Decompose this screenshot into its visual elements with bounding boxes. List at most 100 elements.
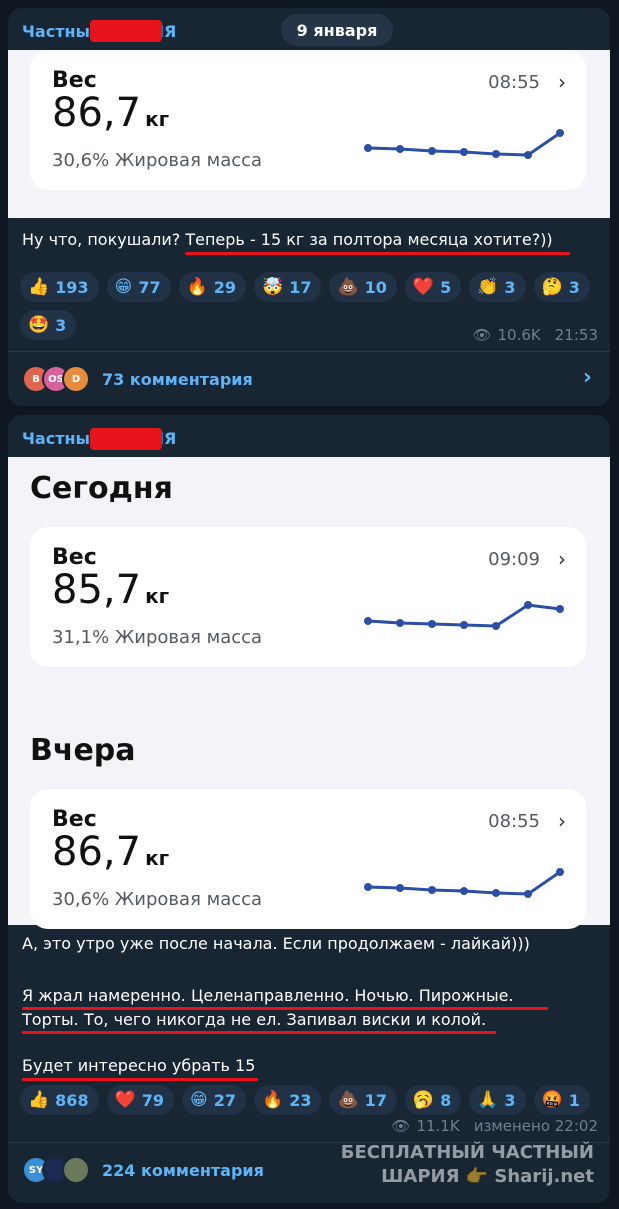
eye-icon: 👁 xyxy=(472,326,492,344)
comments-count: 224 комментария xyxy=(102,1160,264,1180)
reaction-count: 3 xyxy=(504,277,516,297)
watermark-line: БЕСПЛАТНЫЙ ЧАСТНЫЙ xyxy=(340,1142,594,1163)
date-pill: 9 января xyxy=(281,14,393,46)
reaction-chip[interactable]: 💩 10 xyxy=(329,272,397,302)
watermark: БЕСПЛАТНЫЙ ЧАСТНЫЙ ШАРИЯ 👉 Sharij.net xyxy=(341,1141,594,1189)
fat-mass-text: 30,6% Жировая масса xyxy=(52,889,263,910)
red-underline xyxy=(22,1031,496,1034)
reaction-chip[interactable]: 🤯 17 xyxy=(254,272,322,302)
reaction-count: 29 xyxy=(213,277,237,297)
reactions-bar: 👍 868 ❤️ 79 😁 27 🔥 23 💩 17 🥱 8 🙏 3 🤬 1 xyxy=(20,1085,600,1115)
reaction-chip[interactable]: 💩 17 xyxy=(329,1085,397,1115)
comments-button[interactable]: B OS D 73 комментария xyxy=(22,365,253,393)
reaction-chip[interactable]: ❤️ 5 xyxy=(404,272,462,302)
reaction-emoji-icon: ❤️ xyxy=(412,277,435,297)
red-underline xyxy=(185,252,570,255)
fat-mass-text: 30,6% Жировая масса xyxy=(52,150,263,171)
reaction-emoji-icon: 🥱 xyxy=(412,1090,435,1110)
avatar: D xyxy=(62,365,90,393)
chevron-right-icon[interactable]: › xyxy=(583,365,592,390)
post-meta: 👁 10.6K 21:53 xyxy=(472,326,598,344)
reaction-count: 27 xyxy=(213,1090,237,1110)
reaction-count: 3 xyxy=(504,1090,516,1110)
reaction-chip[interactable]: 👏 3 xyxy=(469,272,526,302)
reaction-count: 868 xyxy=(55,1090,89,1110)
reaction-count: 77 xyxy=(138,277,161,297)
reaction-emoji-icon: 🔥 xyxy=(186,277,208,297)
avatar xyxy=(62,1156,90,1184)
channel-post-1: Частный ШАРИЯ Вес 86,7кг 30,6% Жировая м… xyxy=(8,8,610,406)
reaction-emoji-icon: 🤩 xyxy=(28,315,50,335)
reaction-count: 5 xyxy=(440,277,452,297)
message-line: Будет интересно убрать 15 xyxy=(22,1056,256,1075)
message-line: Торты. То, чего никогда не ел. Запивал в… xyxy=(22,1010,487,1029)
reaction-count: 1 xyxy=(568,1090,580,1110)
weight-card-today: Вес 85,7 кг 31,1% Жировая масса 09:09 › xyxy=(30,527,586,667)
reaction-count: 17 xyxy=(289,277,312,297)
reaction-chip[interactable]: 😁 77 xyxy=(106,272,171,302)
reaction-chip[interactable]: 👍 868 xyxy=(20,1085,99,1115)
reaction-emoji-icon: 👍 xyxy=(28,277,50,297)
reaction-count: 79 xyxy=(141,1090,165,1110)
weight-sparkline xyxy=(364,868,564,898)
watermark-line: ШАРИЯ 👉 Sharij.net xyxy=(381,1166,594,1187)
reaction-emoji-icon: 😁 xyxy=(190,1090,208,1110)
weight-card: Вес 86,7 кг 30,6% Жировая масса 08:55 › xyxy=(30,50,586,190)
eye-icon: 👁 xyxy=(391,1117,411,1135)
channel-post-2: Частный ШАРИЯ Сегодня Вес 85,7кг 31,1% Ж… xyxy=(8,415,610,1203)
reaction-chip[interactable]: 🔥 23 xyxy=(254,1085,322,1115)
reaction-count: 3 xyxy=(568,277,580,297)
weight-value: 85,7 кг xyxy=(52,567,170,613)
reaction-count: 193 xyxy=(55,277,89,297)
message-text: Ну что, покушали? Теперь - 15 кг за полт… xyxy=(22,230,553,249)
reaction-count: 23 xyxy=(289,1090,312,1110)
reaction-chip[interactable]: 👍 193 xyxy=(20,272,99,302)
chevron-right-icon: › xyxy=(558,70,566,94)
reaction-chip[interactable]: 🔥 29 xyxy=(178,272,247,302)
reaction-emoji-icon: 🤯 xyxy=(262,277,284,297)
redaction-mark xyxy=(90,20,162,42)
reaction-emoji-icon: 😁 xyxy=(114,277,133,297)
reaction-emoji-icon: 💩 xyxy=(337,1090,359,1110)
reaction-chip[interactable]: 🤬 1 xyxy=(533,1085,590,1115)
reaction-chip[interactable]: 😁 27 xyxy=(182,1085,247,1115)
comments-button[interactable]: SY 224 комментария xyxy=(22,1156,264,1184)
reaction-count: 10 xyxy=(364,277,387,297)
screenshot-image[interactable]: Вес 86,7 кг 30,6% Жировая масса 08:55 › xyxy=(8,50,610,218)
view-count: 11.1K xyxy=(416,1117,460,1135)
reaction-count: 17 xyxy=(364,1090,387,1110)
reaction-emoji-icon: 🤬 xyxy=(541,1090,563,1110)
reaction-emoji-icon: 🤔 xyxy=(541,277,563,297)
reaction-chip[interactable]: 🙏 3 xyxy=(469,1085,526,1115)
reaction-emoji-icon: 🙏 xyxy=(477,1090,499,1110)
heading-today: Сегодня xyxy=(30,471,173,506)
reaction-chip[interactable]: 🥱 8 xyxy=(404,1085,462,1115)
weight-card-yesterday: Вес 86,7 кг 30,6% Жировая масса 08:55 › xyxy=(30,789,586,929)
message-line: Я жрал намеренно. Целенаправленно. Ночью… xyxy=(22,986,514,1005)
post-meta: 👁 11.1K изменено 22:02 xyxy=(391,1117,598,1135)
reaction-emoji-icon: 👏 xyxy=(477,277,499,297)
message-line: А, это утро уже после начала. Если продо… xyxy=(22,934,530,953)
edited-label: изменено 22:02 xyxy=(473,1117,598,1135)
measurement-time: 09:09 xyxy=(488,549,540,570)
chevron-right-icon: › xyxy=(558,809,566,833)
reaction-count: 8 xyxy=(440,1090,452,1110)
red-underline xyxy=(22,1078,258,1081)
reaction-emoji-icon: 💩 xyxy=(337,277,359,297)
reaction-chip[interactable]: 🤩 3 xyxy=(20,310,77,340)
fat-mass-text: 31,1% Жировая масса xyxy=(52,627,263,648)
view-count: 10.6K xyxy=(497,326,541,344)
redaction-mark xyxy=(90,428,162,450)
reaction-emoji-icon: ❤️ xyxy=(114,1090,136,1110)
chevron-right-icon: › xyxy=(558,547,566,571)
reaction-emoji-icon: 👍 xyxy=(28,1090,50,1110)
weight-sparkline xyxy=(364,129,564,159)
reaction-chip[interactable]: 🤔 3 xyxy=(533,272,590,302)
reaction-chip[interactable]: ❤️ 79 xyxy=(106,1085,175,1115)
screenshot-image[interactable]: Сегодня Вес 85,7 кг 31,1% Жировая масса 0… xyxy=(8,457,610,929)
post-time: 21:53 xyxy=(554,326,598,344)
reaction-count: 3 xyxy=(55,315,67,335)
weight-sparkline xyxy=(364,601,564,630)
weight-value: 86,7 кг xyxy=(52,90,170,136)
weight-value: 86,7 кг xyxy=(52,829,170,875)
